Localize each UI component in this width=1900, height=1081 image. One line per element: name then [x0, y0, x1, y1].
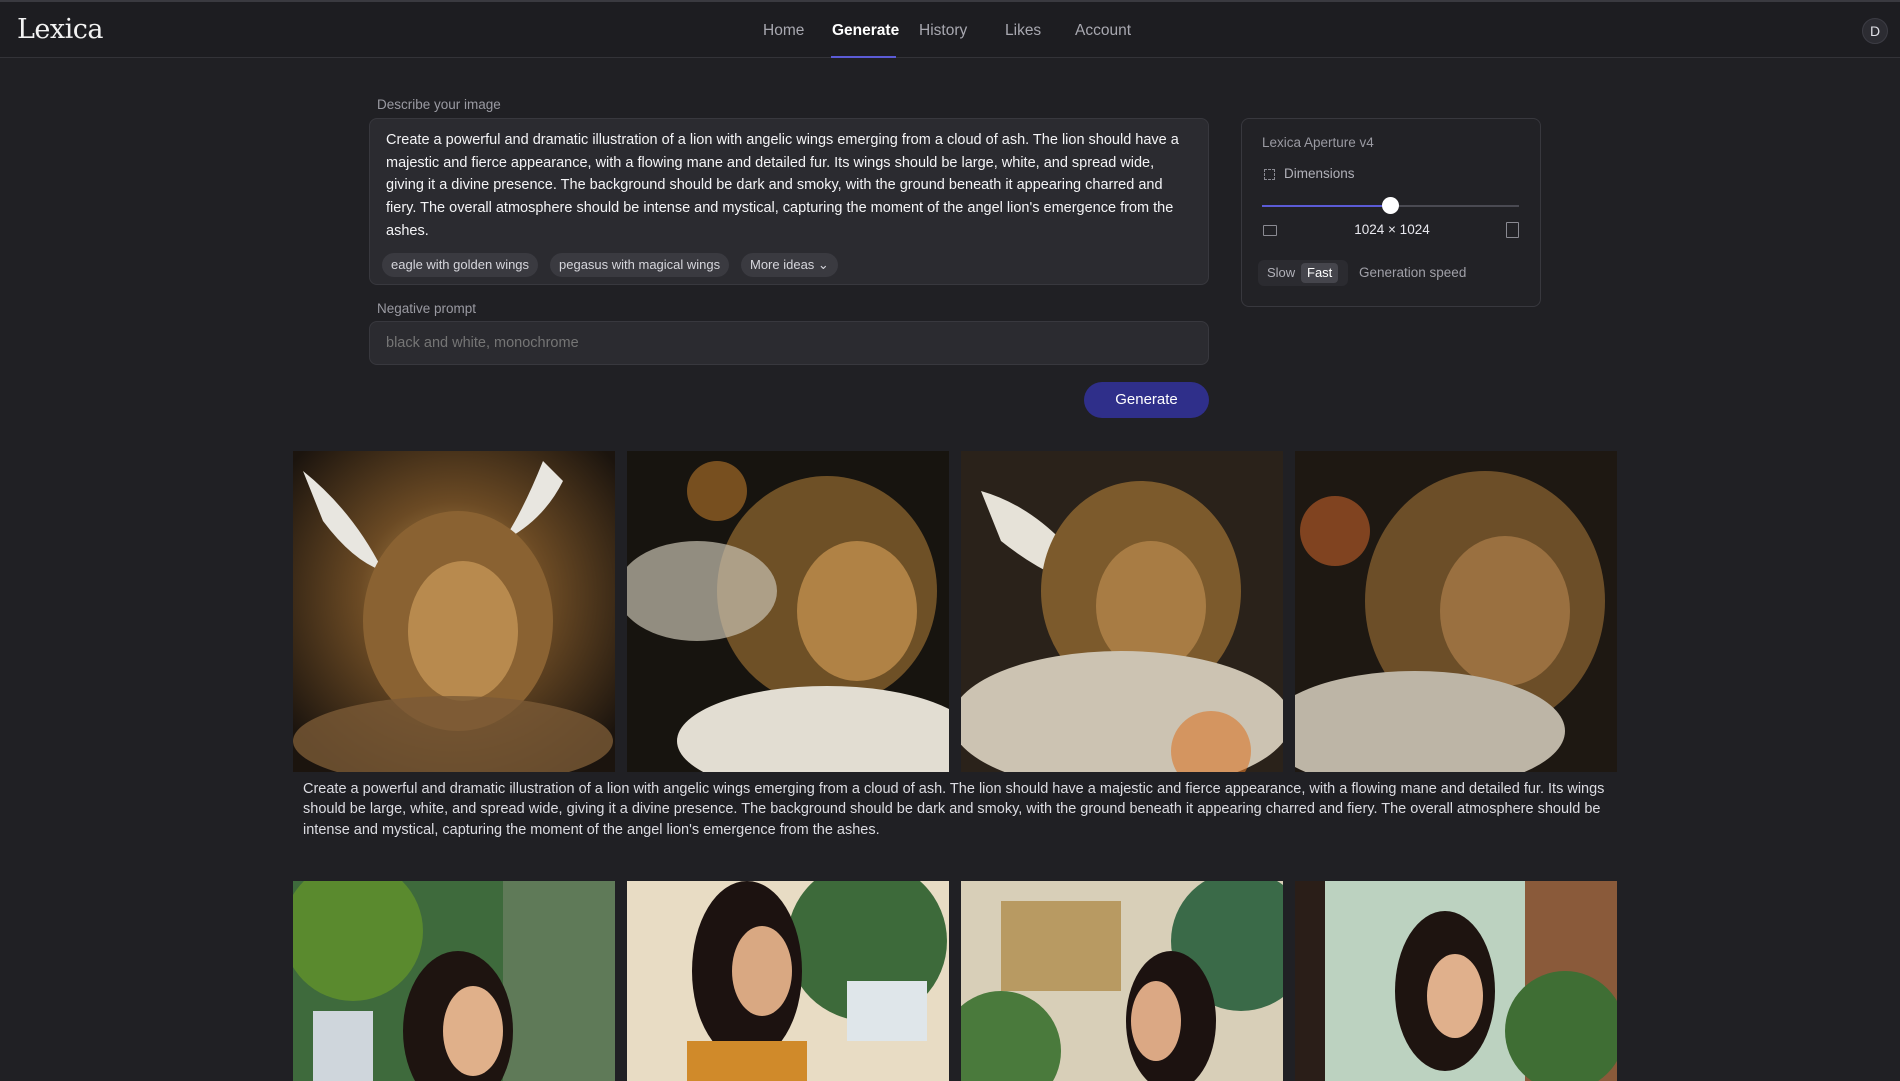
prompt-textarea[interactable]: Create a powerful and dramatic illustrat…	[369, 118, 1209, 285]
dimensions-value: 1024 × 1024	[1354, 222, 1430, 237]
result-image[interactable]	[1295, 451, 1617, 772]
active-tab-indicator	[831, 56, 896, 58]
speed-fast-option[interactable]: Fast	[1301, 263, 1339, 283]
nav-generate[interactable]: Generate	[832, 22, 899, 40]
result-image[interactable]	[961, 451, 1283, 772]
dimensions-icon	[1264, 169, 1275, 180]
result-image[interactable]	[961, 881, 1283, 1081]
negative-prompt-field[interactable]	[369, 321, 1209, 365]
model-name[interactable]: Lexica Aperture v4	[1262, 135, 1374, 150]
result-image[interactable]	[627, 881, 949, 1081]
avatar[interactable]: D	[1862, 18, 1888, 44]
top-bar: Lexica Home Generate History Likes Accou…	[0, 0, 1900, 58]
generation-speed-label: Generation speed	[1359, 265, 1467, 280]
negative-prompt-label: Negative prompt	[377, 301, 477, 316]
suggestion-chip-pegasus[interactable]: pegasus with magical wings	[550, 253, 730, 277]
speed-slow-option[interactable]: Slow	[1261, 263, 1301, 283]
nav-account[interactable]: Account	[1075, 22, 1131, 40]
result-image[interactable]	[293, 881, 615, 1081]
result-image[interactable]	[1295, 881, 1617, 1081]
dimensions-slider-thumb[interactable]	[1382, 197, 1399, 214]
dimensions-slider-fill	[1262, 205, 1391, 207]
more-ideas-button[interactable]: More ideas ⌄	[741, 253, 838, 277]
suggestion-chip-eagle[interactable]: eagle with golden wings	[382, 253, 539, 277]
generate-button[interactable]: Generate	[1084, 382, 1209, 418]
result-image[interactable]	[293, 451, 615, 772]
speed-toggle: Slow Fast	[1258, 260, 1348, 286]
negative-prompt-input[interactable]	[386, 335, 1186, 351]
nav-home[interactable]: Home	[763, 22, 804, 40]
result-caption: Create a powerful and dramatic illustrat…	[303, 781, 1605, 838]
settings-panel: Lexica Aperture v4 Dimensions 1024 × 102…	[1241, 118, 1541, 307]
prompt-label: Describe your image	[377, 97, 501, 112]
result-image[interactable]	[627, 451, 949, 772]
nav-likes[interactable]: Likes	[1005, 22, 1041, 40]
prompt-text[interactable]: Create a powerful and dramatic illustrat…	[386, 129, 1186, 243]
dimensions-label: Dimensions	[1284, 166, 1355, 181]
nav-history[interactable]: History	[919, 22, 967, 40]
main-nav: Home Generate History Likes Account	[0, 2, 1900, 58]
portrait-image-icon[interactable]	[1506, 222, 1519, 238]
